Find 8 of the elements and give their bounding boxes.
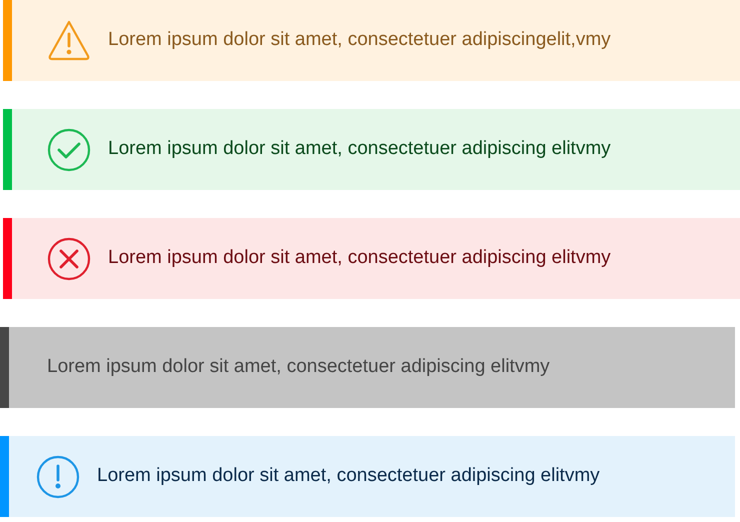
- alert-message: Lorem ipsum dolor sit amet, consectetuer adipiscing elitvmy: [108, 137, 611, 162]
- alert-message: Lorem ipsum dolor sit amet, consectetuer adipiscingelit,vmy: [108, 28, 611, 52]
- check-circle-icon: [46, 126, 92, 172]
- alert-message: Lorem ipsum dolor sit amet, consectetuer adipiscing elitvmy: [97, 464, 600, 488]
- close-circle-icon: [46, 236, 92, 282]
- alert-message: Lorem ipsum dolor sit amet, consectetuer adipiscing elitvmy: [108, 246, 611, 270]
- exclamation-circle-icon: [35, 454, 81, 500]
- alert-message: Lorem ipsum dolor sit amet, consectetuer adipiscing elitvmy: [47, 355, 550, 380]
